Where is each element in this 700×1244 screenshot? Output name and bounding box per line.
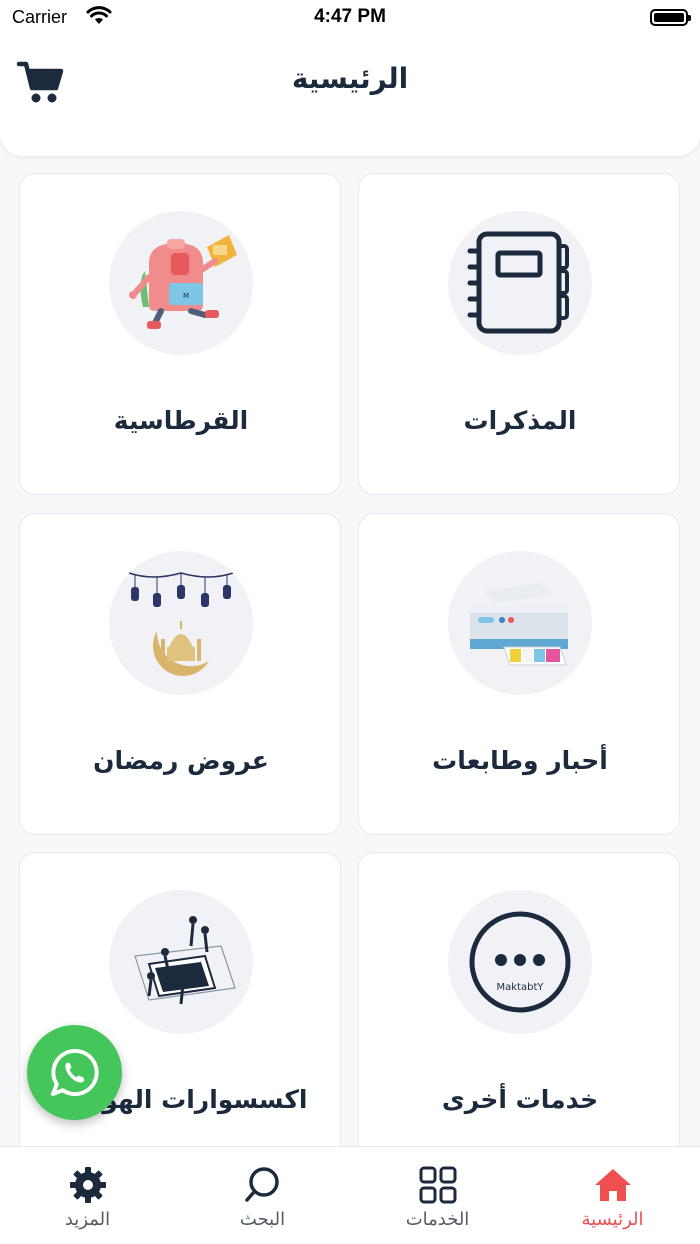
- nav-item-search[interactable]: البحث: [175, 1147, 350, 1244]
- notebook-icon: [467, 231, 569, 334]
- card-image: [448, 551, 592, 695]
- category-card-notebooks[interactable]: المذكرات: [358, 173, 680, 495]
- category-label: خدمات أخرى: [441, 1085, 599, 1114]
- card-image: [109, 551, 253, 695]
- app-header: الرئيسية: [0, 36, 700, 156]
- grid-icon: [419, 1166, 457, 1204]
- home-icon: [595, 1169, 631, 1201]
- nav-item-services[interactable]: الخدمات: [350, 1147, 525, 1244]
- clock: 4:47 PM: [314, 6, 386, 27]
- nav-label-home: الرئيسية: [581, 1209, 644, 1230]
- category-card-stationery[interactable]: M القرطاسية: [19, 173, 341, 495]
- category-card-phone-accessories[interactable]: اكسسوارات الهواتف: [19, 852, 341, 1174]
- phone-accessories-illustration: [134, 916, 236, 1005]
- card-image: [109, 890, 253, 1034]
- nav-label-services: الخدمات: [405, 1209, 470, 1230]
- category-label: أحبار وطابعات: [432, 746, 608, 775]
- maktabty-logo-text: MaktabtY: [497, 982, 545, 993]
- card-image: MaktabtY: [448, 890, 592, 1034]
- shopping-cart-icon[interactable]: [16, 58, 66, 106]
- nav-item-home[interactable]: الرئيسية: [525, 1147, 700, 1244]
- search-icon: [245, 1167, 279, 1202]
- status-bar: Carrier 4:47 PM: [0, 0, 700, 36]
- page-title: الرئيسية: [291, 62, 409, 95]
- battery-icon: [650, 9, 691, 26]
- card-image: [448, 211, 592, 355]
- school-backpack-illustration: M: [129, 235, 237, 329]
- whatsapp-icon: [50, 1048, 99, 1097]
- category-card-ramadan-offers[interactable]: عروض رمضان: [19, 513, 341, 835]
- whatsapp-button[interactable]: [27, 1025, 122, 1120]
- category-label: عروض رمضان: [93, 746, 269, 775]
- nav-item-more[interactable]: المزيد: [0, 1147, 175, 1244]
- category-card-other-services[interactable]: MaktabtY خدمات أخرى: [358, 852, 680, 1174]
- category-label: القرطاسية: [113, 406, 249, 435]
- card-image: M: [109, 211, 253, 355]
- gear-icon: [70, 1167, 106, 1203]
- printer-illustration: [470, 583, 568, 666]
- ramadan-lanterns-illustration: [128, 572, 234, 677]
- nav-label-search: البحث: [239, 1209, 286, 1230]
- more-dots-icon: MaktabtY: [469, 911, 571, 1013]
- category-label: المذكرات: [463, 406, 577, 435]
- bottom-navigation: الرئيسية الخدمات البحث المزيد: [0, 1146, 700, 1244]
- nav-label-more: المزيد: [64, 1209, 111, 1230]
- category-card-inks-printers[interactable]: أحبار وطابعات: [358, 513, 680, 835]
- svg-text:M: M: [183, 292, 189, 300]
